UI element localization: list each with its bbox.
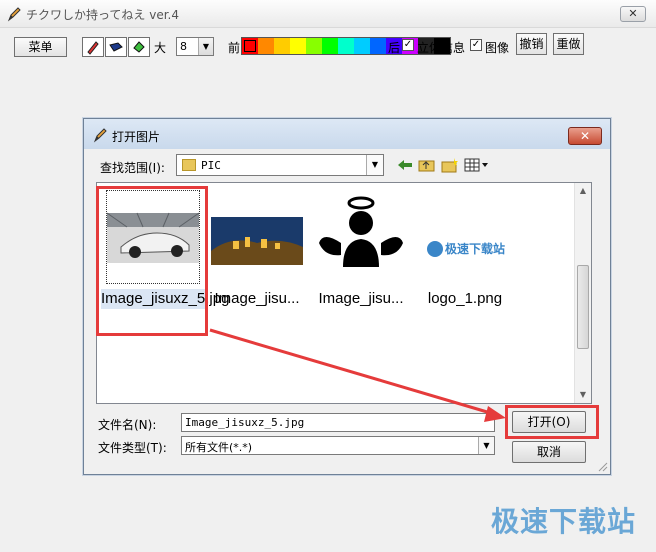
title-bar: チクワしか持ってねえ ver.4 ✕	[0, 0, 656, 28]
cancel-button[interactable]: 取消	[512, 441, 586, 463]
angel-thumbnail	[315, 191, 407, 283]
file-item[interactable]: 极速下载站 logo_1.png	[413, 187, 517, 327]
highlight-selected-file	[96, 186, 208, 336]
back-arrow-icon[interactable]	[396, 157, 414, 173]
brush-tool[interactable]	[105, 37, 127, 57]
toolbar: 菜单 大 8 ▼ 前 后 ✓ 立体信息 ✓ 图像 撤销 重做	[0, 28, 656, 62]
brush-icon	[109, 42, 123, 52]
stereo-checkbox[interactable]: ✓	[402, 39, 414, 51]
night-city-thumbnail	[211, 217, 303, 265]
scroll-up-icon[interactable]: ▲	[575, 183, 591, 199]
up-folder-icon[interactable]	[418, 157, 436, 173]
pen-tool[interactable]	[82, 37, 104, 57]
chevron-down-icon: ▼	[198, 38, 213, 55]
dialog-title: 打开图片	[112, 130, 161, 144]
pencil-app-icon	[7, 7, 21, 22]
fill-tool[interactable]	[128, 37, 150, 57]
resize-grip-icon[interactable]	[596, 460, 608, 472]
dialog-title-bar: 打开图片 ✕	[84, 119, 610, 149]
color-swatch[interactable]	[242, 38, 258, 54]
color-swatch[interactable]	[322, 38, 338, 54]
size-label: 大	[154, 41, 167, 55]
color-swatch[interactable]	[306, 38, 322, 54]
fill-bucket-icon	[133, 41, 145, 53]
file-name: Image_jisu...	[318, 290, 404, 307]
scroll-thumb[interactable]	[577, 265, 589, 349]
lookin-label: 查找范围(I):	[100, 161, 165, 175]
vertical-scrollbar[interactable]: ▲ ▼	[574, 183, 591, 403]
pencil-app-icon	[93, 128, 107, 143]
file-item[interactable]: Image_jisu...	[309, 187, 413, 327]
window-title: チクワしか持ってねえ ver.4	[26, 8, 179, 22]
stereo-label: 立体信息	[417, 41, 466, 55]
color-swatch[interactable]	[258, 38, 274, 54]
dialog-close-button[interactable]: ✕	[568, 127, 602, 145]
undo-button[interactable]: 撤销	[516, 33, 547, 55]
front-color-label: 前	[228, 41, 241, 55]
file-name: Image_jisu...	[214, 290, 300, 307]
menu-button[interactable]: 菜单	[14, 37, 67, 57]
watermark: 极速下载站	[490, 505, 636, 538]
color-swatch[interactable]	[290, 38, 306, 54]
filename-input[interactable]: Image_jisuxz_5.jpg	[181, 413, 495, 432]
file-name: logo_1.png	[427, 290, 503, 307]
filetype-select[interactable]: 所有文件(*.*) ▼	[181, 436, 495, 455]
highlight-open-button	[505, 405, 599, 439]
size-select[interactable]: 8 ▼	[176, 37, 214, 56]
file-item[interactable]: Image_jisu...	[205, 187, 309, 327]
logo-text: 极速下载站	[445, 241, 505, 256]
lookin-select[interactable]: PIC ▼	[176, 154, 384, 176]
view-menu-icon[interactable]	[464, 157, 490, 173]
chevron-down-icon: ▼	[366, 155, 383, 175]
image-label: 图像	[485, 41, 510, 55]
filename-label: 文件名(N):	[98, 418, 157, 432]
back-color-label: 后	[388, 41, 401, 55]
color-swatch[interactable]	[354, 38, 370, 54]
image-checkbox[interactable]: ✓	[470, 39, 482, 51]
color-swatch[interactable]	[338, 38, 354, 54]
color-swatch[interactable]	[370, 38, 386, 54]
color-swatch[interactable]	[274, 38, 290, 54]
chevron-down-icon: ▼	[478, 437, 494, 454]
scroll-down-icon[interactable]: ▼	[575, 387, 591, 403]
filetype-value: 所有文件(*.*)	[185, 441, 253, 454]
size-value: 8	[180, 40, 187, 53]
filetype-label: 文件类型(T):	[98, 441, 167, 455]
lookin-value: PIC	[201, 159, 221, 172]
new-folder-icon[interactable]	[441, 157, 459, 173]
redo-button[interactable]: 重做	[553, 33, 584, 55]
folder-icon	[182, 159, 196, 171]
pen-icon	[87, 41, 99, 55]
logo-thumbnail: 极速下载站	[427, 241, 505, 257]
window-close-button[interactable]: ✕	[620, 6, 646, 22]
